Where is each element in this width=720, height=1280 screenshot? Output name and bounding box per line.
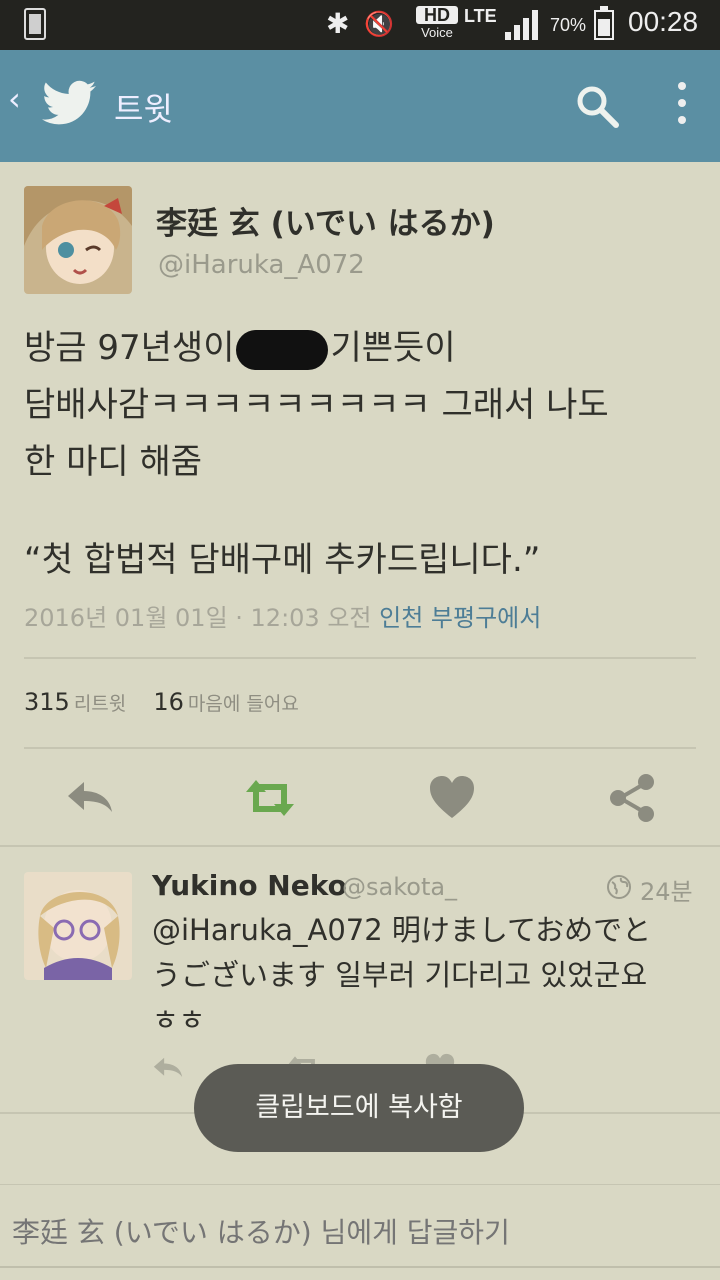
- clipboard-toast: 클립보드에 복사함: [194, 1064, 524, 1152]
- twitter-bird-icon[interactable]: [42, 80, 96, 126]
- hd-voice-indicator: HD Voice: [416, 6, 458, 42]
- tweet-meta: 2016년 01월 01일 · 12:03 오전 인천 부평구에서: [24, 598, 541, 633]
- signal-icon: [505, 10, 538, 40]
- search-icon[interactable]: [575, 84, 619, 128]
- network-type: LTE: [464, 6, 497, 26]
- back-icon[interactable]: ‹: [8, 80, 21, 118]
- retweet-count[interactable]: 315: [24, 688, 70, 716]
- tweet-location[interactable]: 인천 부평구에서: [379, 604, 541, 632]
- notification-icon: [24, 8, 46, 40]
- reply-icon[interactable]: [150, 1050, 186, 1086]
- bluetooth-icon: ✱: [326, 8, 350, 39]
- more-vert-icon[interactable]: [676, 82, 688, 130]
- like-label[interactable]: 마음에 들어요: [188, 693, 299, 715]
- author-name[interactable]: 李廷 玄 (いでい はるか): [156, 198, 495, 243]
- reply-author-name[interactable]: Yukino Neko: [152, 869, 347, 902]
- globe-icon: [607, 875, 631, 899]
- status-bar: ✱ 🔇 HD Voice LTE 70% 00:28: [0, 0, 720, 50]
- tweet-stats: 315 리트윗 16 마음에 들어요: [24, 688, 321, 716]
- share-icon[interactable]: [604, 770, 660, 826]
- heart-icon[interactable]: [424, 770, 480, 826]
- clock: 00:28: [628, 6, 699, 37]
- divider: [0, 1184, 720, 1185]
- reply-author-handle[interactable]: @sakota_: [342, 873, 457, 901]
- page-title: 트윗: [114, 90, 173, 128]
- divider: [24, 657, 696, 659]
- reply-text: @iHaruka_A072 明けましておめでと うございます 일부러 기다리고 …: [152, 913, 652, 1037]
- reply-avatar[interactable]: [24, 872, 132, 980]
- tweet-text: 방금 97년생이 기쁜듯이 담배사감ㅋㅋㅋㅋㅋㅋㅋㅋㅋ 그래서 나도 한 마디 해…: [24, 328, 609, 482]
- battery-percent: 70%: [550, 15, 587, 35]
- author-handle[interactable]: @iHaruka_A072: [158, 250, 365, 280]
- retweet-icon[interactable]: [242, 770, 298, 826]
- like-count[interactable]: 16: [153, 688, 184, 716]
- reply-time: 24분: [640, 878, 693, 906]
- reply-icon[interactable]: [62, 770, 118, 826]
- tweet-quote: “첫 합법적 담배구메 추카드립니다.”: [24, 540, 541, 580]
- tweet-timestamp: 2016년 01월 01일 · 12:03 오전: [24, 604, 372, 632]
- battery-icon: [594, 6, 614, 40]
- avatar[interactable]: [24, 186, 132, 294]
- divider: [24, 747, 696, 749]
- reply-input[interactable]: [12, 1208, 702, 1256]
- redaction-mark: [236, 329, 329, 370]
- app-bar: ‹ 트윗: [0, 50, 720, 162]
- retweet-label[interactable]: 리트윗: [74, 693, 126, 715]
- divider: [0, 845, 720, 847]
- input-underline: [0, 1266, 720, 1268]
- mute-icon: 🔇: [364, 11, 394, 38]
